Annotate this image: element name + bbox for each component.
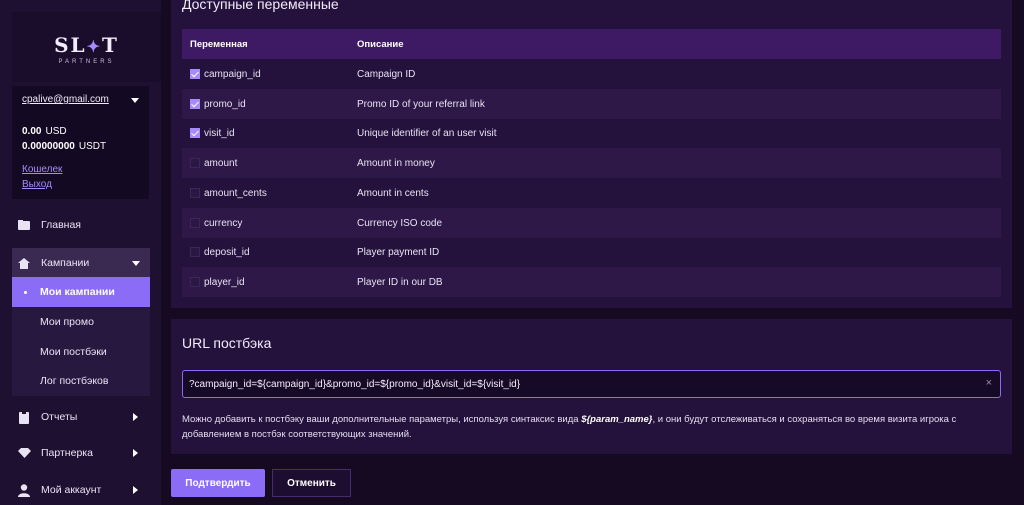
diamond-icon — [17, 446, 31, 460]
confirm-button[interactable]: Подтвердить — [171, 469, 265, 497]
variable-description: Unique identifier of an user visit — [357, 127, 497, 139]
postback-url-input[interactable]: ?campaign_id=${campaign_id}&promo_id=${p… — [182, 370, 1001, 398]
chevron-right-icon — [133, 486, 138, 494]
variable-checkbox[interactable] — [190, 247, 200, 257]
variable-name: player_id — [204, 276, 245, 288]
balance-usd: 0.00 USD — [22, 126, 67, 137]
postback-url-title: URL постбэка — [182, 335, 272, 351]
submenu-item-postback-log[interactable]: Лог постбэков — [12, 366, 150, 396]
variable-name: amount — [204, 157, 238, 169]
logo-star-icon: ✦ — [86, 37, 103, 56]
variable-checkbox[interactable] — [190, 99, 200, 109]
variable-checkbox[interactable] — [190, 188, 200, 198]
variable-name: campaign_id — [204, 68, 261, 80]
sidebar: SL✦T PARTNERS cpalive@gmail.com 0.00 USD … — [0, 0, 161, 505]
table-row: amount_cents Amount in cents — [182, 178, 1001, 208]
variable-name: visit_id — [204, 127, 235, 139]
clipboard-icon — [17, 410, 31, 424]
user-icon — [17, 483, 31, 497]
chevron-down-icon[interactable] — [131, 98, 139, 103]
chevron-right-icon — [133, 413, 138, 421]
variable-checkbox[interactable] — [190, 218, 200, 228]
submenu-item-label: Мои кампании — [40, 286, 115, 298]
postback-url-value: ?campaign_id=${campaign_id}&promo_id=${p… — [189, 378, 521, 390]
nav-item-partner[interactable]: Партнерка — [12, 438, 150, 468]
home-icon — [17, 218, 31, 232]
variable-description: Amount in money — [357, 157, 435, 169]
variable-description: Player ID in our DB — [357, 276, 443, 288]
nav-item-label: Кампании — [41, 257, 90, 269]
variable-checkbox[interactable] — [190, 128, 200, 138]
table-row: visit_id Unique identifier of an user vi… — [182, 118, 1001, 148]
submenu-item-label: Мои промо — [40, 316, 94, 328]
account-box: cpalive@gmail.com 0.00 USD 0.00000000 USDT… — [12, 86, 149, 199]
variable-description: Currency ISO code — [357, 217, 443, 229]
logout-link[interactable]: Выход — [22, 179, 52, 190]
variable-description: Campaign ID — [357, 68, 416, 80]
chevron-down-icon — [132, 260, 140, 266]
table-row: deposit_id Player payment ID — [182, 237, 1001, 267]
variable-checkbox[interactable] — [190, 277, 200, 287]
submenu-item-label: Мои постбэки — [40, 346, 107, 358]
submenu-item-my-campaigns[interactable]: Мои кампании — [12, 277, 150, 307]
nav-item-label: Главная — [41, 219, 81, 231]
clear-icon[interactable]: × — [986, 377, 992, 389]
table-row: amount Amount in money — [182, 148, 1001, 178]
nav-item-label: Партнерка — [41, 447, 93, 459]
variable-description: Player payment ID — [357, 246, 440, 258]
cancel-button[interactable]: Отменить — [272, 469, 351, 497]
variables-panel: Доступные переменные Переменная Описание… — [171, 0, 1012, 308]
variable-name: currency — [204, 217, 243, 229]
variables-panel-title: Доступные переменные — [182, 0, 339, 12]
submenu-item-my-postbacks[interactable]: Мои постбэки — [12, 337, 150, 367]
chevron-right-icon — [133, 449, 138, 457]
table-header: Переменная Описание — [182, 29, 1001, 59]
column-header-variable: Переменная — [190, 38, 248, 50]
nav-item-label: Отчеты — [41, 411, 78, 423]
column-header-description: Описание — [357, 38, 404, 50]
table-row: campaign_id Campaign ID — [182, 59, 1001, 89]
account-email-dropdown[interactable]: cpalive@gmail.com — [22, 94, 109, 105]
postback-url-panel: URL постбэка ?campaign_id=${campaign_id}… — [171, 319, 1012, 454]
variable-name: deposit_id — [204, 246, 250, 258]
variable-checkbox[interactable] — [190, 158, 200, 168]
logo-subtitle: PARTNERS — [58, 59, 115, 65]
nav-item-label: Мой аккаунт — [41, 484, 102, 496]
bullet-icon — [24, 290, 27, 294]
nav-item-my-account[interactable]: Мой аккаунт — [12, 475, 150, 505]
variable-name: promo_id — [204, 98, 246, 110]
param-syntax: ${param_name} — [581, 414, 653, 425]
variable-checkbox[interactable] — [190, 69, 200, 79]
campaigns-icon — [17, 256, 31, 270]
logo-wordmark: SL✦T — [54, 33, 119, 57]
table-row: player_id Player ID in our DB — [182, 267, 1001, 297]
table-row: promo_id Promo ID of your referral link — [182, 89, 1001, 119]
postback-url-hint: Можно добавить к постбэку ваши дополните… — [182, 414, 957, 440]
table-row: currency Currency ISO code — [182, 208, 1001, 238]
variable-description: Amount in cents — [357, 187, 429, 199]
wallet-link[interactable]: Кошелек — [22, 164, 62, 175]
nav-item-home[interactable]: Главная — [12, 210, 150, 240]
balance-usdt: 0.00000000 USDT — [22, 141, 107, 152]
submenu-item-my-promo[interactable]: Мои промо — [12, 307, 150, 337]
variable-name: amount_cents — [204, 187, 267, 199]
variable-description: Promo ID of your referral link — [357, 98, 485, 110]
campaigns-submenu: Мои кампании Мои промо Мои постбэки Лог … — [12, 277, 150, 396]
submenu-item-label: Лог постбэков — [40, 375, 109, 387]
logo[interactable]: SL✦T PARTNERS — [12, 12, 161, 82]
nav-item-reports[interactable]: Отчеты — [12, 402, 150, 432]
nav-item-campaigns[interactable]: Кампании — [12, 248, 150, 278]
